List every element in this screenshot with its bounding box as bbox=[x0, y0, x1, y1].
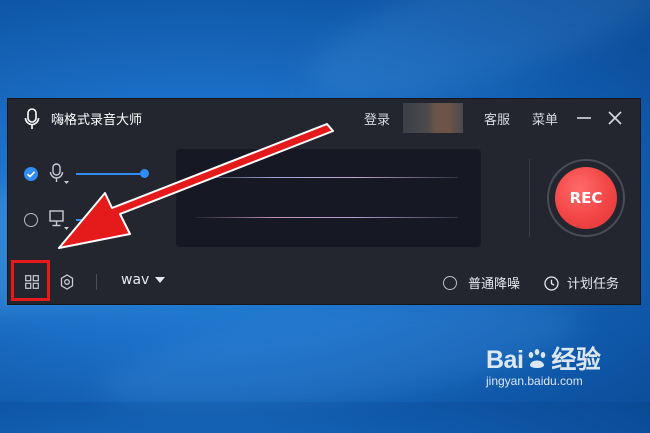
watermark-brand: Bai 经验 bbox=[486, 346, 601, 374]
baidu-jingyan-watermark: Bai 经验 jingyan.baidu.com bbox=[486, 340, 626, 390]
watermark-url: jingyan.baidu.com bbox=[486, 374, 583, 388]
